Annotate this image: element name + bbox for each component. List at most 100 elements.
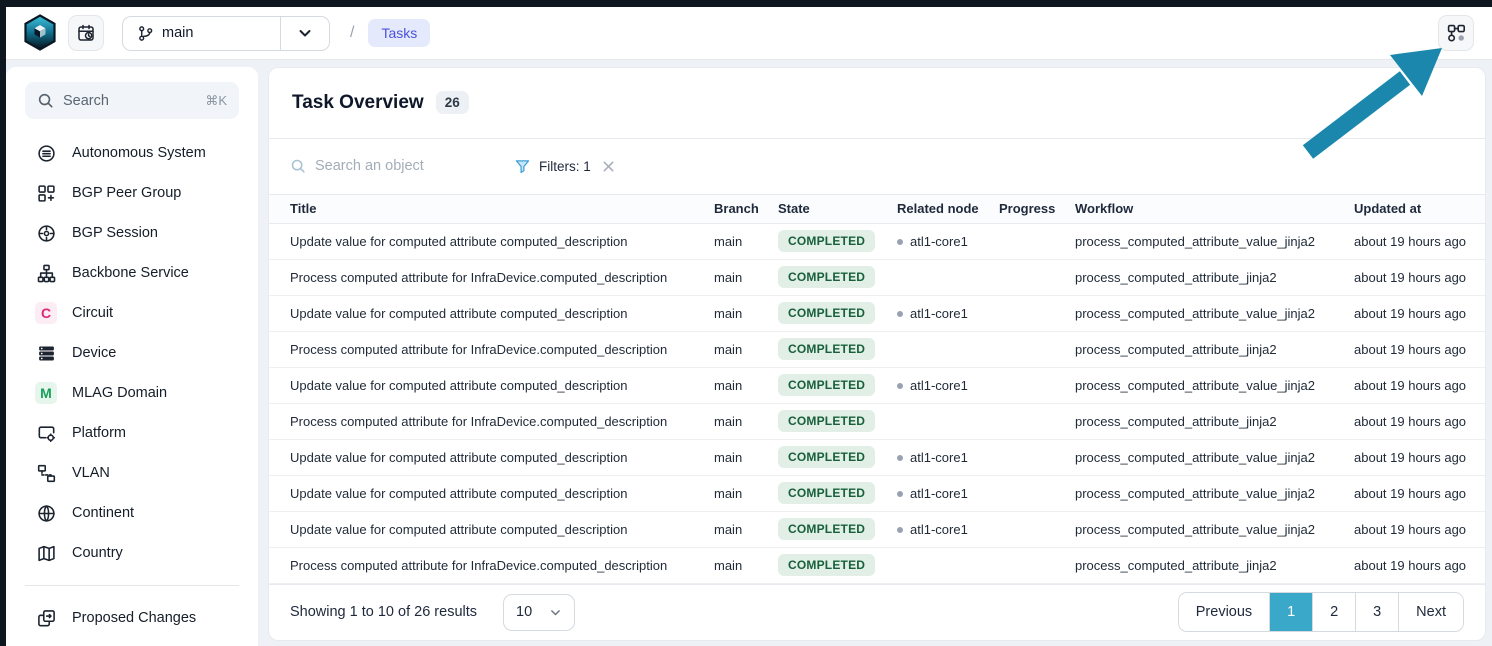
table-row[interactable]: Process computed attribute for InfraDevi… bbox=[269, 332, 1485, 368]
chevron-down-icon[interactable] bbox=[281, 25, 329, 41]
sitemap-icon bbox=[35, 264, 57, 283]
task-branch: main bbox=[714, 522, 778, 537]
sidebar-item-bgp-session[interactable]: BGP Session bbox=[6, 213, 258, 253]
sidebar-search-placeholder: Search bbox=[63, 93, 196, 109]
table-toolbar: Filters: 1 bbox=[269, 139, 1485, 194]
column-header: Updated at bbox=[1354, 201, 1485, 216]
copy-diff-icon bbox=[35, 609, 57, 628]
task-workflow: process_computed_attribute_value_jinja2 bbox=[1075, 486, 1354, 501]
table-row[interactable]: Process computed attribute for InfraDevi… bbox=[269, 260, 1485, 296]
sidebar-search[interactable]: Search ⌘K bbox=[25, 82, 239, 119]
next-page-button[interactable]: Next bbox=[1398, 593, 1463, 631]
task-related-node: atl1-core1 bbox=[897, 306, 999, 321]
task-updated-at: about 19 hours ago bbox=[1354, 234, 1485, 249]
pagination: Previous 1 2 3 Next bbox=[1178, 592, 1464, 632]
task-title: Process computed attribute for InfraDevi… bbox=[290, 558, 714, 573]
table-row[interactable]: Update value for computed attribute comp… bbox=[269, 296, 1485, 332]
table-row[interactable]: Update value for computed attribute comp… bbox=[269, 368, 1485, 404]
task-title: Update value for computed attribute comp… bbox=[290, 522, 714, 537]
sidebar-item-label: Device bbox=[72, 345, 116, 361]
table-row[interactable]: Process computed attribute for InfraDevi… bbox=[269, 548, 1485, 584]
object-search[interactable] bbox=[290, 158, 495, 174]
task-updated-at: about 19 hours ago bbox=[1354, 378, 1485, 393]
page-size-value: 10 bbox=[516, 604, 532, 620]
task-title: Process computed attribute for InfraDevi… bbox=[290, 270, 714, 285]
task-updated-at: about 19 hours ago bbox=[1354, 450, 1485, 465]
sidebar-item-backbone-service[interactable]: Backbone Service bbox=[6, 253, 258, 293]
task-updated-at: about 19 hours ago bbox=[1354, 342, 1485, 357]
card-header: Task Overview 26 bbox=[269, 68, 1485, 139]
task-related-node: atl1-core1 bbox=[897, 234, 999, 249]
circle-lines-icon bbox=[35, 144, 57, 163]
table-row[interactable]: Process computed attribute for InfraDevi… bbox=[269, 404, 1485, 440]
task-title: Process computed attribute for InfraDevi… bbox=[290, 342, 714, 357]
sidebar-item-platform[interactable]: Platform bbox=[6, 413, 258, 453]
column-header: State bbox=[778, 201, 897, 216]
sidebar-item-bgp-peer-group[interactable]: BGP Peer Group bbox=[6, 173, 258, 213]
task-state: COMPLETED bbox=[778, 266, 897, 288]
task-state: COMPLETED bbox=[778, 482, 897, 504]
sidebar-item-circuit[interactable]: C Circuit bbox=[6, 293, 258, 333]
status-badge: COMPLETED bbox=[778, 518, 875, 540]
sidebar-item-proposed-changes[interactable]: Proposed Changes bbox=[6, 598, 258, 638]
table-row[interactable]: Update value for computed attribute comp… bbox=[269, 224, 1485, 260]
schema-visualizer-button[interactable] bbox=[1438, 15, 1474, 51]
app-logo-icon[interactable] bbox=[22, 13, 58, 53]
sidebar-item-label: VLAN bbox=[72, 465, 110, 481]
sidebar-item-mlag-domain[interactable]: M MLAG Domain bbox=[6, 373, 258, 413]
sidebar-item-country[interactable]: Country bbox=[6, 533, 258, 573]
task-state: COMPLETED bbox=[778, 518, 897, 540]
keyboard-shortcut: ⌘K bbox=[205, 93, 227, 109]
filters-button[interactable]: Filters: 1 bbox=[515, 159, 615, 174]
status-badge: COMPLETED bbox=[778, 482, 875, 504]
status-badge: COMPLETED bbox=[778, 230, 875, 252]
table-row[interactable]: Update value for computed attribute comp… bbox=[269, 476, 1485, 512]
task-state: COMPLETED bbox=[778, 230, 897, 252]
table-row[interactable]: Update value for computed attribute comp… bbox=[269, 512, 1485, 548]
task-updated-at: about 19 hours ago bbox=[1354, 522, 1485, 537]
sidebar-item-vlan[interactable]: VLAN bbox=[6, 453, 258, 493]
sidebar-item-device[interactable]: Device bbox=[6, 333, 258, 373]
sidebar-item-label: BGP Peer Group bbox=[72, 185, 181, 201]
filters-label: Filters: 1 bbox=[539, 159, 591, 174]
task-workflow: process_computed_attribute_jinja2 bbox=[1075, 270, 1354, 285]
task-branch: main bbox=[714, 414, 778, 429]
task-title: Update value for computed attribute comp… bbox=[290, 306, 714, 321]
map-icon bbox=[35, 544, 57, 563]
sidebar-item-continent[interactable]: Continent bbox=[6, 493, 258, 533]
sidebar-item-label: Continent bbox=[72, 505, 134, 521]
node-dot-icon bbox=[897, 527, 903, 533]
status-badge: COMPLETED bbox=[778, 338, 875, 360]
task-title: Update value for computed attribute comp… bbox=[290, 234, 714, 249]
task-title: Process computed attribute for InfraDevi… bbox=[290, 414, 714, 429]
page-size-select[interactable]: 10 bbox=[503, 594, 575, 631]
page-button-2[interactable]: 2 bbox=[1312, 593, 1355, 631]
task-branch: main bbox=[714, 306, 778, 321]
task-branch: main bbox=[714, 342, 778, 357]
breadcrumb-tasks[interactable]: Tasks bbox=[368, 19, 430, 47]
date-time-button[interactable] bbox=[68, 15, 104, 51]
task-state: COMPLETED bbox=[778, 554, 897, 576]
task-updated-at: about 19 hours ago bbox=[1354, 558, 1485, 573]
task-branch: main bbox=[714, 234, 778, 249]
previous-page-button[interactable]: Previous bbox=[1179, 593, 1269, 631]
task-updated-at: about 19 hours ago bbox=[1354, 306, 1485, 321]
globe-icon bbox=[35, 504, 57, 523]
table-body: Update value for computed attribute comp… bbox=[269, 224, 1485, 584]
results-summary: Showing 1 to 10 of 26 results bbox=[290, 604, 477, 620]
breadcrumb-separator: / bbox=[350, 24, 354, 42]
task-title: Update value for computed attribute comp… bbox=[290, 378, 714, 393]
object-search-input[interactable] bbox=[315, 158, 475, 174]
sidebar-item-object-management[interactable]: Object Management bbox=[6, 638, 258, 646]
table-row[interactable]: Update value for computed attribute comp… bbox=[269, 440, 1485, 476]
page-button-3[interactable]: 3 bbox=[1355, 593, 1398, 631]
column-header: Progress bbox=[999, 201, 1075, 216]
branch-selector[interactable]: main bbox=[122, 16, 330, 51]
clear-filters-icon[interactable] bbox=[602, 160, 615, 173]
page-button-1[interactable]: 1 bbox=[1269, 593, 1312, 631]
task-workflow: process_computed_attribute_jinja2 bbox=[1075, 558, 1354, 573]
task-branch: main bbox=[714, 270, 778, 285]
sidebar-item-autonomous-system[interactable]: Autonomous System bbox=[6, 133, 258, 173]
branch-name: main bbox=[162, 25, 193, 41]
task-workflow: process_computed_attribute_jinja2 bbox=[1075, 414, 1354, 429]
